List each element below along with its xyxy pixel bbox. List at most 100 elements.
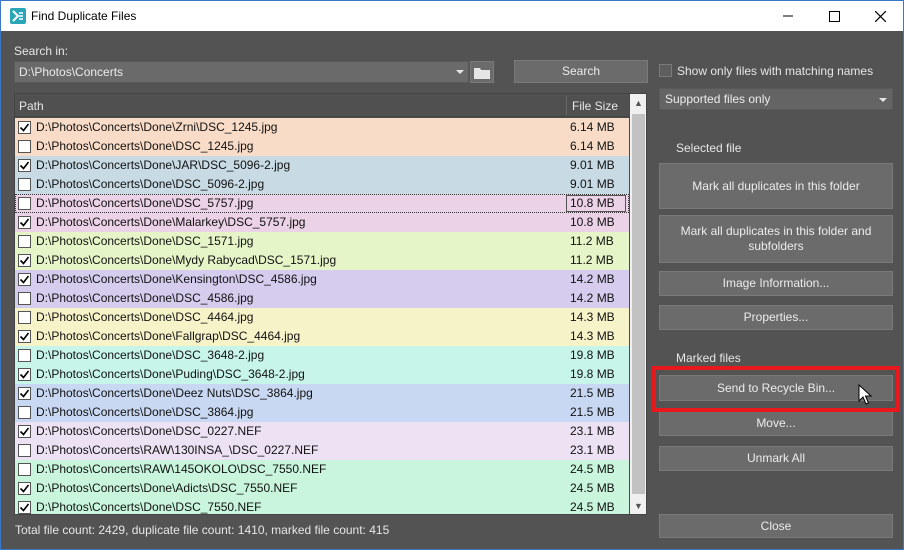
row-path: D:\Photos\Concerts\Done\Fallgrap\DSC_446… — [36, 329, 301, 343]
row-path: D:\Photos\Concerts\Done\DSC_1571.jpg — [36, 234, 254, 248]
row-path: D:\Photos\Concerts\Done\Deez Nuts\DSC_38… — [36, 386, 313, 400]
image-information-button[interactable]: Image Information... — [659, 271, 893, 296]
table-row[interactable]: D:\Photos\Concerts\RAW\130INSA_\DSC_0227… — [15, 441, 629, 460]
row-checkbox[interactable] — [18, 330, 31, 343]
scroll-up-arrow-icon[interactable]: ▲ — [630, 94, 646, 111]
row-checkbox[interactable] — [18, 197, 31, 210]
row-file-size: 6.14 MB — [570, 139, 615, 153]
table-row[interactable]: D:\Photos\Concerts\Done\Zrni\DSC_1245.jp… — [15, 118, 629, 137]
title-bar[interactable]: Find Duplicate Files — [1, 1, 903, 31]
table-row[interactable]: D:\Photos\Concerts\Done\DSC_3648-2.jpg 19… — [15, 346, 629, 365]
close-button[interactable]: Close — [659, 514, 893, 538]
table-row[interactable]: D:\Photos\Concerts\Done\DSC_4586.jpg 14.2… — [15, 289, 629, 308]
table-row[interactable]: D:\Photos\Concerts\Done\DSC_1571.jpg 11.2… — [15, 232, 629, 251]
table-row[interactable]: D:\Photos\Concerts\Done\Fallgrap\DSC_446… — [15, 327, 629, 346]
row-checkbox[interactable] — [18, 482, 31, 495]
row-path: D:\Photos\Concerts\Done\DSC_5757.jpg — [36, 196, 254, 210]
unmark-all-button[interactable]: Unmark All — [659, 446, 893, 471]
row-checkbox[interactable] — [18, 121, 31, 134]
checkmark-icon — [19, 389, 30, 398]
row-file-size: 23.1 MB — [570, 424, 615, 438]
checkmark-icon — [19, 484, 30, 493]
table-row[interactable]: D:\Photos\Concerts\Done\Puding\DSC_3648-… — [15, 365, 629, 384]
chevron-down-icon[interactable] — [455, 66, 465, 80]
row-checkbox[interactable] — [18, 159, 31, 172]
table-row[interactable]: D:\Photos\Concerts\Done\JAR\DSC_5096-2.j… — [15, 156, 629, 175]
row-checkbox[interactable] — [18, 387, 31, 400]
row-file-size: 14.2 MB — [570, 272, 615, 286]
row-file-size: 19.8 MB — [570, 367, 615, 381]
status-text: Total file count: 2429, duplicate file c… — [15, 523, 390, 537]
row-path: D:\Photos\Concerts\RAW\130INSA_\DSC_0227… — [36, 443, 319, 457]
window-title: Find Duplicate Files — [31, 9, 137, 23]
table-row[interactable]: D:\Photos\Concerts\Done\Kensington\DSC_4… — [15, 270, 629, 289]
row-path: D:\Photos\Concerts\Done\Kensington\DSC_4… — [36, 272, 317, 286]
scrollbar-thumb[interactable] — [632, 114, 645, 494]
properties-button[interactable]: Properties... — [659, 305, 893, 330]
row-checkbox[interactable] — [18, 140, 31, 153]
show-matching-names-checkbox[interactable] — [659, 64, 672, 77]
row-path: D:\Photos\Concerts\Done\Mydy Rabycad\DSC… — [36, 253, 337, 267]
column-header-size[interactable]: File Size — [572, 99, 618, 113]
row-checkbox[interactable] — [18, 216, 31, 229]
table-row[interactable]: D:\Photos\Concerts\Done\Deez Nuts\DSC_38… — [15, 384, 629, 403]
checkmark-icon — [19, 370, 30, 379]
column-header-path[interactable]: Path — [19, 99, 44, 113]
vertical-scrollbar[interactable]: ▲ ▼ — [630, 94, 646, 514]
search-button[interactable]: Search — [514, 60, 648, 83]
duplicate-files-table[interactable]: Path File Size D:\Photos\Concerts\Done\Z… — [14, 93, 647, 515]
table-row[interactable]: D:\Photos\Concerts\Done\Adicts\DSC_7550.… — [15, 479, 629, 498]
row-checkbox[interactable] — [18, 178, 31, 191]
maximize-button[interactable] — [811, 1, 857, 31]
row-checkbox[interactable] — [18, 292, 31, 305]
close-icon — [874, 10, 886, 22]
table-row[interactable]: D:\Photos\Concerts\Done\Malarkey\DSC_575… — [15, 213, 629, 232]
row-path: D:\Photos\Concerts\RAW\145OKOLO\DSC_7550… — [36, 462, 327, 476]
browse-folder-button[interactable] — [470, 61, 494, 83]
mark-duplicates-folder-button[interactable]: Mark all duplicates in this folder — [659, 163, 893, 209]
row-path: D:\Photos\Concerts\Done\JAR\DSC_5096-2.j… — [36, 158, 291, 172]
row-checkbox[interactable] — [18, 501, 31, 514]
table-row[interactable]: D:\Photos\Concerts\Done\DSC_7550.NEF 24.5… — [15, 498, 629, 514]
row-checkbox[interactable] — [18, 406, 31, 419]
row-checkbox[interactable] — [18, 311, 31, 324]
table-row[interactable]: D:\Photos\Concerts\Done\DSC_4464.jpg 14.3… — [15, 308, 629, 327]
column-divider[interactable] — [566, 96, 567, 115]
file-filter-value: Supported files only — [665, 92, 771, 106]
row-checkbox[interactable] — [18, 444, 31, 457]
table-row[interactable]: D:\Photos\Concerts\RAW\145OKOLO\DSC_7550… — [15, 460, 629, 479]
row-file-size: 6.14 MB — [570, 120, 615, 134]
row-path: D:\Photos\Concerts\Done\Puding\DSC_3648-… — [36, 367, 305, 381]
move-button[interactable]: Move... — [659, 411, 893, 436]
search-path-combo[interactable]: D:\Photos\Concerts — [14, 61, 469, 83]
row-path: D:\Photos\Concerts\Done\DSC_4464.jpg — [36, 310, 254, 324]
table-row[interactable]: D:\Photos\Concerts\Done\DSC_5096-2.jpg 9.… — [15, 175, 629, 194]
table-row[interactable]: D:\Photos\Concerts\Done\DSC_0227.NEF 23.1… — [15, 422, 629, 441]
table-row[interactable]: D:\Photos\Concerts\Done\DSC_5757.jpg 10.8… — [15, 194, 629, 213]
checkmark-icon — [19, 427, 30, 436]
table-row[interactable]: D:\Photos\Concerts\Done\DSC_3864.jpg 21.5… — [15, 403, 629, 422]
selected-file-heading: Selected file — [676, 141, 742, 155]
row-checkbox[interactable] — [18, 425, 31, 438]
close-window-button[interactable] — [857, 1, 903, 31]
row-checkbox[interactable] — [18, 235, 31, 248]
row-path: D:\Photos\Concerts\Done\Malarkey\DSC_575… — [36, 215, 306, 229]
row-checkbox[interactable] — [18, 349, 31, 362]
row-checkbox[interactable] — [18, 273, 31, 286]
row-path: D:\Photos\Concerts\Done\DSC_7550.NEF — [36, 500, 262, 514]
scroll-down-arrow-icon[interactable]: ▼ — [630, 497, 646, 514]
mark-duplicates-subfolders-button[interactable]: Mark all duplicates in this folder and s… — [659, 215, 893, 263]
row-file-size: 9.01 MB — [570, 158, 615, 172]
row-checkbox[interactable] — [18, 463, 31, 476]
table-row[interactable]: D:\Photos\Concerts\Done\Mydy Rabycad\DSC… — [15, 251, 629, 270]
minimize-button[interactable] — [765, 1, 811, 31]
row-path: D:\Photos\Concerts\Done\Zrni\DSC_1245.jp… — [36, 120, 278, 134]
row-path: D:\Photos\Concerts\Done\DSC_3648-2.jpg — [36, 348, 265, 362]
show-matching-names-label[interactable]: Show only files with matching names — [677, 64, 873, 78]
row-checkbox[interactable] — [18, 254, 31, 267]
search-in-label: Search in: — [14, 44, 69, 58]
file-filter-select[interactable]: Supported files only — [659, 88, 893, 110]
table-row[interactable]: D:\Photos\Concerts\Done\DSC_1245.jpg 6.14… — [15, 137, 629, 156]
row-file-size: 11.2 MB — [570, 234, 614, 248]
row-checkbox[interactable] — [18, 368, 31, 381]
